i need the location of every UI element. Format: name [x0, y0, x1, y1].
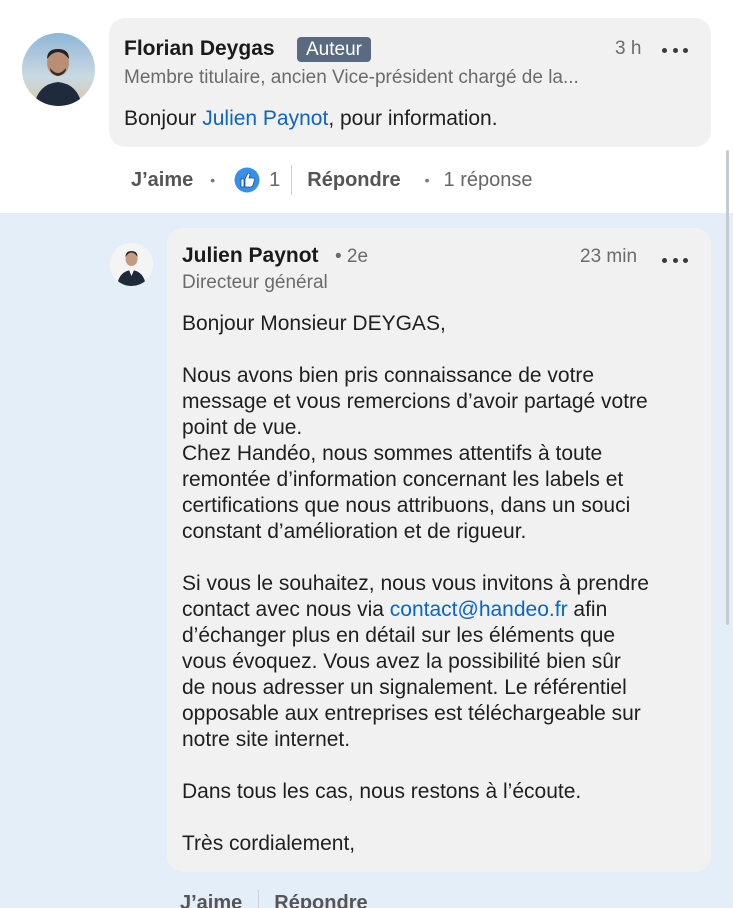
text-line: point de vue. — [182, 416, 303, 439]
text-line: Nous avons bien pris connaissance de vot… — [182, 364, 595, 387]
scrollbar[interactable] — [726, 150, 729, 625]
text-line: opposable aux entreprises est télécharge… — [182, 702, 641, 725]
replies-count-link[interactable]: 1 réponse — [444, 169, 533, 192]
text-line: Chez Handéo, nous sommes attentifs à tou… — [182, 442, 603, 465]
author-badge: Auteur — [297, 37, 371, 62]
text-line: Très cordialement, — [182, 832, 356, 855]
connection-degree: • 2e — [335, 246, 369, 267]
divider — [258, 890, 260, 908]
text-line: Bonjour Monsieur DEYGAS, — [182, 312, 446, 335]
like-button[interactable]: J’aime — [180, 892, 242, 908]
email-link[interactable]: contact@handeo.fr — [390, 598, 568, 621]
avatar[interactable] — [22, 33, 95, 106]
comment-text: Bonjour Julien Paynot, pour information. — [124, 107, 498, 130]
text-line: notre site internet. — [182, 728, 351, 751]
more-horizontal-icon[interactable] — [662, 256, 688, 264]
reply-time: 23 min — [580, 246, 638, 267]
reply-button[interactable]: Répondre — [274, 892, 367, 908]
text-line: de nous adresser un signalement. Le réfé… — [182, 676, 627, 699]
text-line: contact avec nous via contact@handeo.fr … — [182, 598, 608, 621]
separator-dot: • — [424, 172, 430, 188]
text-line: certifications que nous attribuons, dans… — [182, 494, 631, 517]
separator-dot: • — [210, 172, 216, 188]
text-line: d’échanger plus en détail sur les élémen… — [182, 624, 616, 647]
comment-time: 3 h — [615, 38, 642, 59]
reaction-count[interactable]: 1 — [269, 169, 280, 192]
avatar[interactable] — [110, 243, 153, 286]
reply-actions: J’aime Répondre — [180, 890, 368, 908]
like-button[interactable]: J’aime — [131, 169, 193, 192]
mention-link[interactable]: Julien Paynot — [202, 107, 328, 130]
author-name[interactable]: Florian Deygas — [124, 37, 275, 61]
reply-button[interactable]: Répondre — [307, 169, 400, 192]
divider — [291, 165, 293, 195]
text-line: message et vous remercions d’avoir parta… — [182, 390, 648, 413]
author-headline: Directeur général — [182, 272, 328, 293]
text-line: remontée d’information concernant les la… — [182, 468, 624, 491]
more-horizontal-icon[interactable] — [662, 46, 688, 54]
author-headline: Membre titulaire, ancien Vice-président … — [124, 67, 579, 88]
text-line: vous évoquez. Vous avez la possibilité b… — [182, 650, 621, 673]
text-line: constant d’amélioration et de rigueur. — [182, 520, 527, 543]
text-line: Si vous le souhaitez, nous vous invitons… — [182, 572, 649, 595]
comment-actions: J’aime • 1 Répondre • 1 réponse — [131, 165, 533, 195]
text-line: Dans tous les cas, nous restons à l’écou… — [182, 780, 582, 803]
thumbs-up-reaction-icon[interactable] — [234, 167, 260, 193]
author-name[interactable]: Julien Paynot — [182, 244, 319, 268]
